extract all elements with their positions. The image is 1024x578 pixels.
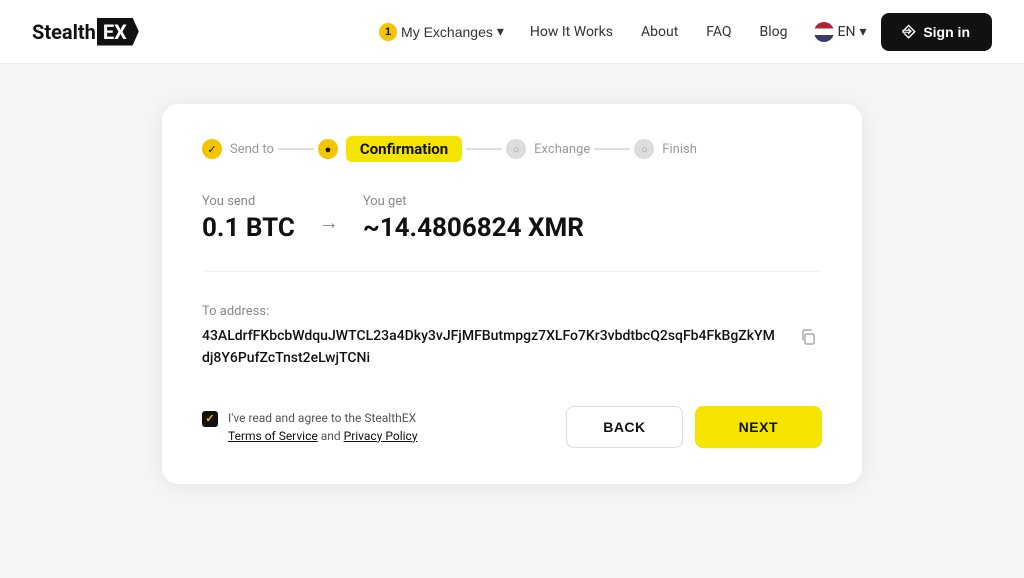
back-button[interactable]: BACK — [566, 406, 682, 448]
step-send-to-label: Send to — [230, 142, 274, 157]
lang-chevron-icon: ▾ — [859, 24, 866, 40]
main-nav: 1 My Exchanges ▾ How It Works About FAQ … — [369, 13, 992, 51]
terms-of-service-link[interactable]: Terms of Service — [228, 429, 318, 443]
language-selector[interactable]: EN ▾ — [804, 16, 877, 48]
next-button[interactable]: NEXT — [695, 406, 822, 448]
exchanges-count-badge: 1 — [379, 23, 397, 41]
step-connector-3 — [594, 148, 630, 150]
step-send-to: ✓ Send to — [202, 139, 274, 159]
faq-link[interactable]: FAQ — [694, 18, 743, 46]
copy-address-button[interactable] — [794, 327, 822, 352]
signin-button[interactable]: ⎆ Sign in — [881, 13, 992, 51]
chevron-down-icon: ▾ — [497, 23, 504, 40]
step-exchange: ○ Exchange — [506, 139, 590, 159]
step-confirmation-icon: ● — [318, 139, 338, 159]
my-exchanges-label: My Exchanges — [401, 24, 493, 40]
step-send-to-icon: ✓ — [202, 139, 222, 159]
get-col: You get ~14.4806824 XMR — [363, 194, 584, 243]
flag-icon — [814, 22, 834, 42]
lang-label: EN — [838, 24, 856, 40]
arrow-right-icon: → — [319, 210, 339, 235]
blog-link[interactable]: Blog — [748, 18, 800, 46]
address-label: To address: — [202, 304, 822, 319]
about-link[interactable]: About — [629, 18, 690, 46]
signin-label: Sign in — [923, 24, 970, 40]
signin-icon: ⎆ — [903, 23, 916, 41]
step-connector-2 — [466, 148, 502, 150]
logo[interactable]: StealthEX — [32, 18, 139, 46]
terms-row: ✓ I've read and agree to the StealthEX T… — [202, 409, 418, 445]
send-value: 0.1 BTC — [202, 213, 295, 243]
address-value: 43ALdrfFKbcbWdquJWTCL23a4Dky3vJFjMFButmp… — [202, 325, 782, 370]
exchange-info-row: You send 0.1 BTC → You get ~14.4806824 X… — [202, 194, 822, 272]
step-finish: ○ Finish — [634, 139, 697, 159]
address-row: 43ALdrfFKbcbWdquJWTCL23a4Dky3vJFjMFButmp… — [202, 325, 822, 370]
logo-stealth-text: Stealth — [32, 20, 96, 44]
send-label: You send — [202, 194, 295, 209]
get-value: ~14.4806824 XMR — [363, 213, 584, 243]
step-confirmation: ● Confirmation — [318, 136, 462, 162]
terms-text-before: I've read and agree to the StealthEX — [228, 411, 416, 425]
action-buttons: BACK NEXT — [566, 406, 822, 448]
terms-and-text: and — [321, 429, 341, 443]
send-col: You send 0.1 BTC — [202, 194, 295, 243]
confirmation-card: ✓ Send to ● Confirmation ○ Exchange ○ Fi… — [162, 104, 862, 484]
privacy-policy-link[interactable]: Privacy Policy — [344, 429, 418, 443]
stepper: ✓ Send to ● Confirmation ○ Exchange ○ Fi… — [202, 136, 822, 162]
address-section: To address: 43ALdrfFKbcbWdquJWTCL23a4Dky… — [202, 304, 822, 370]
checkmark-icon: ✓ — [205, 412, 214, 425]
logo-ex-text: EX — [97, 18, 139, 46]
terms-checkbox[interactable]: ✓ — [202, 411, 218, 427]
how-it-works-link[interactable]: How It Works — [518, 18, 625, 46]
step-exchange-label: Exchange — [534, 142, 590, 157]
step-exchange-icon: ○ — [506, 139, 526, 159]
step-connector-1 — [278, 148, 314, 150]
footer-row: ✓ I've read and agree to the StealthEX T… — [202, 398, 822, 448]
copy-icon — [800, 329, 816, 345]
step-finish-label: Finish — [662, 142, 697, 157]
step-finish-icon: ○ — [634, 139, 654, 159]
my-exchanges-nav-button[interactable]: 1 My Exchanges ▾ — [369, 17, 514, 47]
terms-text: I've read and agree to the StealthEX Ter… — [228, 409, 418, 445]
step-confirmation-label: Confirmation — [346, 136, 462, 162]
get-label: You get — [363, 194, 584, 209]
main-content: ✓ Send to ● Confirmation ○ Exchange ○ Fi… — [0, 64, 1024, 524]
